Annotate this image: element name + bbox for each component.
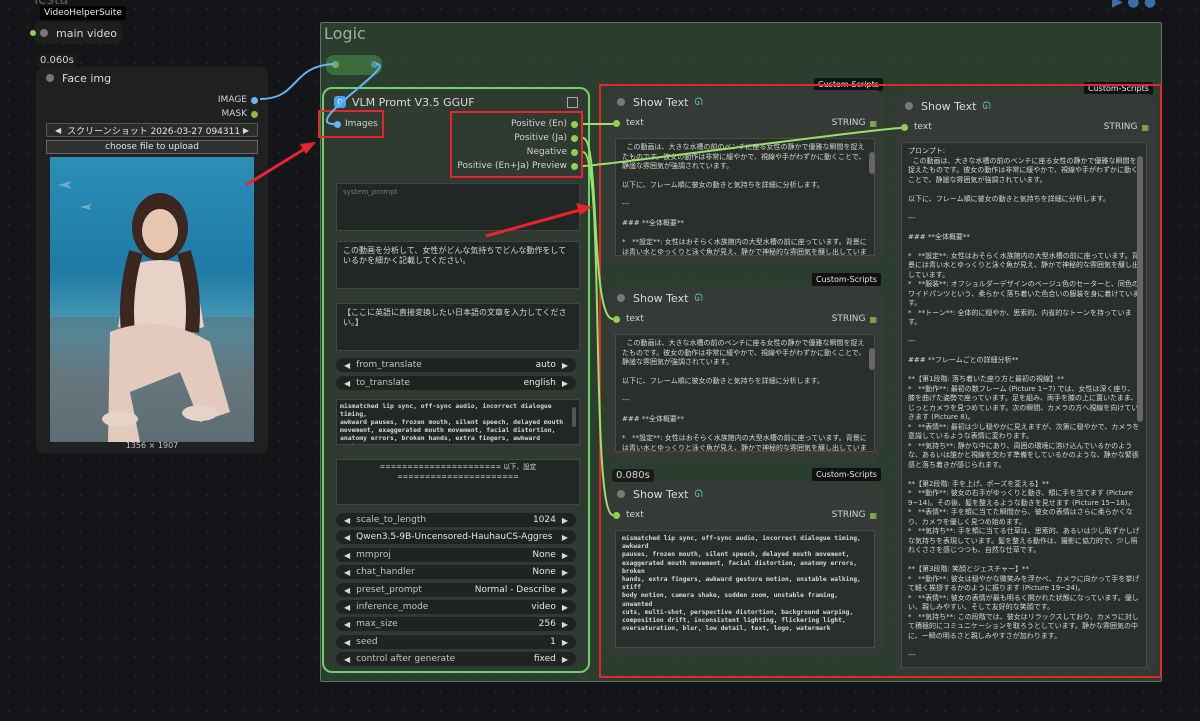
widget-value: Qwen3.5-9B-Uncensored-HauhauCS-Aggres ..…	[356, 532, 556, 542]
to-translate-combo[interactable]: ◀ to_translate english ▶	[336, 376, 576, 390]
collapse-dot-icon[interactable]	[46, 74, 54, 82]
widget-label: preset_prompt	[356, 585, 422, 595]
main-video-title: main video	[56, 26, 118, 40]
seed-combo[interactable]: ◀ seed 1 ▶	[336, 635, 576, 649]
widget-value: video	[531, 602, 556, 612]
output-pin-icon[interactable]	[251, 110, 258, 118]
image-size-label: 1356 × 1907	[125, 441, 179, 450]
arrow-head-icon	[300, 142, 316, 154]
widget-value: 256	[538, 619, 556, 629]
chevron-right-icon[interactable]: ▶	[562, 533, 568, 542]
widget-value: None	[532, 567, 556, 577]
chevron-right-icon[interactable]: ▶	[562, 603, 568, 612]
chevron-left-icon[interactable]: ◀	[344, 638, 350, 647]
vlm-icon: Q	[334, 96, 346, 108]
max-size-combo[interactable]: ◀ max_size 256 ▶	[336, 617, 576, 631]
chevron-right-icon[interactable]: ▶	[243, 126, 249, 135]
prompt-ja-textarea[interactable]: この動画を分析して、女性がどんな気持ちでどんな動作をしているかを細かく記載してく…	[336, 241, 580, 289]
highlight-box-outputs	[450, 111, 583, 178]
widget-value: auto	[535, 360, 556, 370]
videohelpersuite-badge: VideoHelperSuite	[40, 6, 126, 20]
widget-label: inference_mode	[356, 602, 429, 612]
widget-value: Normal - Describe	[474, 585, 556, 595]
chevron-left-icon[interactable]: ◀	[344, 655, 350, 664]
top-right-icons: ▶ ● ●	[1112, 0, 1157, 10]
highlight-box-images	[318, 110, 384, 138]
chevron-right-icon[interactable]: ▶	[562, 379, 568, 388]
main-video-node[interactable]: main video	[34, 22, 122, 44]
face-img-node[interactable]: Face img IMAGE MASK ◀ スクリーンショット 2026-03-2…	[36, 67, 268, 453]
chevron-left-icon[interactable]: ◀	[344, 379, 350, 388]
inference-mode-combo[interactable]: ◀ inference_mode video ▶	[336, 600, 576, 614]
exec-time: 0.060s	[36, 54, 78, 67]
widget-value: 1024	[532, 515, 556, 525]
image-file-name: スクリーンショット 2026-03-27 094311 ...	[67, 126, 243, 137]
chevron-right-icon[interactable]: ▶	[562, 516, 568, 525]
widget-label: mmproj	[356, 550, 391, 560]
chevron-left-icon[interactable]: ◀	[55, 126, 61, 135]
chat-handler-combo[interactable]: ◀ chat_handler None ▶	[336, 565, 576, 579]
control-after-generate-combo[interactable]: ◀ control after generate fixed ▶	[336, 652, 576, 666]
chevron-left-icon[interactable]: ◀	[344, 516, 350, 525]
highlight-box-show-text	[599, 84, 1162, 678]
vlm-title: VLM Promt V3.5 GGUF	[352, 95, 475, 109]
chevron-left-icon[interactable]: ◀	[344, 533, 350, 542]
model-combo[interactable]: ◀ Qwen3.5-9B-Uncensored-HauhauCS-Aggres .…	[336, 530, 576, 544]
logic-group-title[interactable]: Logic	[324, 24, 366, 43]
output-image[interactable]: IMAGE	[218, 95, 258, 105]
chevron-right-icon[interactable]: ▶	[562, 551, 568, 560]
mmproj-combo[interactable]: ◀ mmproj None ▶	[336, 548, 576, 562]
preview-image	[50, 157, 254, 442]
face-img-header[interactable]: Face img	[36, 67, 268, 89]
chevron-right-icon[interactable]: ▶	[562, 568, 568, 577]
widget-label: seed	[356, 637, 378, 647]
face-img-title: Face img	[62, 71, 112, 85]
widget-label: control after generate	[356, 654, 456, 664]
settings-divider-textarea[interactable]: ====================== 以下、設定 ===========…	[336, 459, 580, 505]
expand-icon[interactable]	[567, 96, 578, 108]
direct-ja-textarea[interactable]: 【ここに英語に直接変換したい日本語の文章を入力してください。】	[336, 303, 580, 351]
image-file-select[interactable]: ◀ スクリーンショット 2026-03-27 094311 ... ▶	[46, 123, 258, 137]
output-pin-icon[interactable]	[251, 96, 258, 104]
chevron-left-icon[interactable]: ◀	[344, 620, 350, 629]
widget-value: 1	[550, 637, 556, 647]
chevron-left-icon[interactable]: ◀	[344, 568, 350, 577]
negative-textarea[interactable]: mismatched lip sync, off-sync audio, inc…	[336, 399, 580, 445]
negative-scrollbar[interactable]	[572, 407, 576, 427]
left-edge-pin	[30, 30, 36, 36]
chevron-left-icon[interactable]: ◀	[344, 603, 350, 612]
chevron-left-icon[interactable]: ◀	[344, 551, 350, 560]
widget-value: english	[523, 378, 556, 388]
chevron-right-icon[interactable]: ▶	[562, 586, 568, 595]
output-image-label: IMAGE	[217, 95, 247, 105]
widget-value: fixed	[533, 654, 556, 664]
output-mask[interactable]: MASK	[221, 109, 258, 119]
from-translate-combo[interactable]: ◀ from_translate auto ▶	[336, 358, 576, 372]
widget-label: chat_handler	[356, 567, 415, 577]
system-prompt-textarea[interactable]: system_prompt	[336, 183, 580, 231]
collapse-dot-icon[interactable]	[40, 29, 48, 37]
chevron-left-icon[interactable]: ◀	[344, 361, 350, 370]
chevron-right-icon[interactable]: ▶	[562, 620, 568, 629]
chevron-right-icon[interactable]: ▶	[562, 655, 568, 664]
choose-file-button[interactable]: choose file to upload	[46, 140, 258, 154]
scale-to-length-combo[interactable]: ◀ scale_to_length 1024 ▶	[336, 513, 576, 527]
preset-prompt-combo[interactable]: ◀ preset_prompt Normal - Describe ▶	[336, 583, 576, 597]
widget-label: max_size	[356, 619, 398, 629]
widget-label: scale_to_length	[356, 515, 427, 525]
widget-label: from_translate	[356, 360, 422, 370]
chevron-right-icon[interactable]: ▶	[562, 638, 568, 647]
chevron-left-icon[interactable]: ◀	[344, 586, 350, 595]
widget-value: None	[532, 550, 556, 560]
output-mask-label: MASK	[221, 109, 247, 119]
widget-label: to_translate	[356, 378, 410, 388]
chevron-right-icon[interactable]: ▶	[562, 361, 568, 370]
